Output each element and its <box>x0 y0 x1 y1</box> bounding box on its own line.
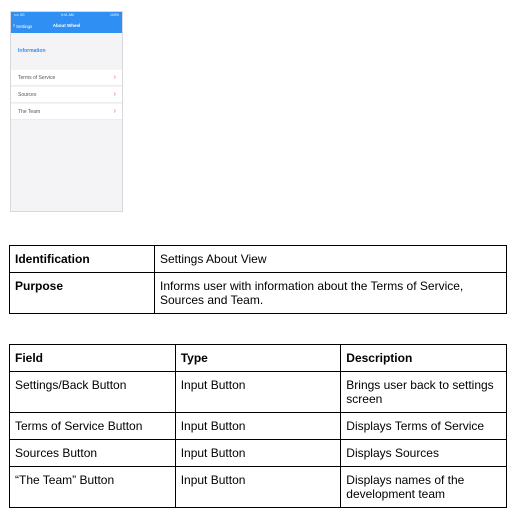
type-cell: Input Button <box>174 371 342 413</box>
purpose-value: Informs user with information about the … <box>154 272 507 314</box>
status-bar: •••• 3G 9:41 AM 100% <box>11 12 122 19</box>
chevron-right-icon: › <box>113 91 116 98</box>
status-battery: 100% <box>110 13 119 17</box>
status-time: 9:41 AM <box>60 13 74 17</box>
row-label: Terms of Service <box>18 74 56 81</box>
column-header-type: Type <box>174 344 342 372</box>
table-row: Settings/Back Button Input Button Brings… <box>9 371 507 413</box>
terms-of-service-row[interactable]: Terms of Service › <box>11 70 122 86</box>
field-cell: Terms of Service Button <box>9 412 176 440</box>
field-table: Field Type Description Settings/Back But… <box>9 344 507 508</box>
description-cell: Displays Terms of Service <box>340 412 507 440</box>
settings-list: Terms of Service › Sources › The Team › <box>11 70 122 121</box>
phone-screenshot: •••• 3G 9:41 AM 100% ‹ Settings About Wh… <box>10 11 123 212</box>
column-header-description: Description <box>340 344 507 372</box>
table-row: “The Team” Button Input Button Displays … <box>9 466 507 508</box>
description-cell: Displays names of the development team <box>340 466 507 508</box>
row-label: Sources <box>18 91 37 98</box>
chevron-right-icon: › <box>113 74 116 81</box>
row-label: The Team <box>18 108 41 115</box>
table-header-row: Field Type Description <box>9 344 507 372</box>
status-carrier: •••• 3G <box>14 13 25 17</box>
table-row: Identification Settings About View <box>9 245 507 273</box>
identification-label: Identification <box>9 245 155 273</box>
description-cell: Displays Sources <box>340 439 507 467</box>
field-cell: Settings/Back Button <box>9 371 176 413</box>
description-cell: Brings user back to settings screen <box>340 371 507 413</box>
table-row: Terms of Service Button Input Button Dis… <box>9 412 507 440</box>
table-row: Sources Button Input Button Displays Sou… <box>9 439 507 467</box>
identification-value: Settings About View <box>154 245 507 273</box>
sources-row[interactable]: Sources › <box>11 87 122 103</box>
table-row: Purpose Informs user with information ab… <box>9 272 507 314</box>
field-cell: “The Team” Button <box>9 466 176 508</box>
nav-title: About Wheel <box>52 23 81 28</box>
type-cell: Input Button <box>174 466 342 508</box>
section-header-information: Information <box>18 48 46 54</box>
type-cell: Input Button <box>174 412 342 440</box>
type-cell: Input Button <box>174 439 342 467</box>
the-team-row[interactable]: The Team › <box>11 104 122 120</box>
navigation-bar: ‹ Settings About Wheel <box>11 19 122 33</box>
column-header-field: Field <box>9 344 176 372</box>
field-cell: Sources Button <box>9 439 176 467</box>
chevron-right-icon: › <box>113 108 116 115</box>
purpose-label: Purpose <box>9 272 155 314</box>
identification-table: Identification Settings About View Purpo… <box>9 245 507 314</box>
